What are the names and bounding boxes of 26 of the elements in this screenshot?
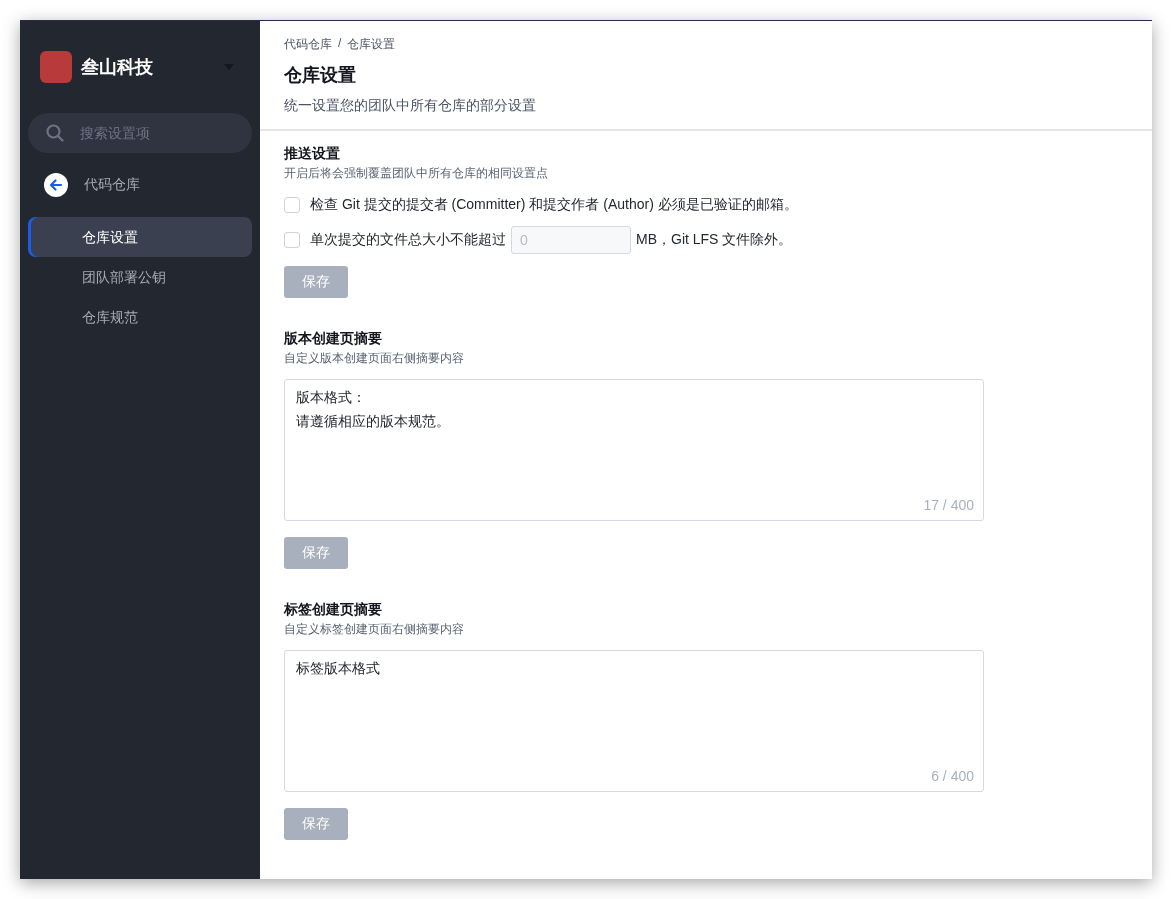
section-title: 推送设置 xyxy=(284,145,340,163)
sidebar-item[interactable]: 仓库规范 xyxy=(28,297,252,337)
breadcrumb-link[interactable]: 代码仓库 xyxy=(284,36,332,53)
option-label: 单次提交的文件总大小不能超过 xyxy=(310,231,506,249)
search-field[interactable]: 搜索设置项 xyxy=(28,113,252,153)
breadcrumb-link[interactable]: 仓库设置 xyxy=(347,36,396,53)
section-title: 标签创建页摘要 xyxy=(284,601,382,619)
logo-photo-placeholder xyxy=(40,51,72,83)
sidebar-item[interactable]: 团队部署公钥 xyxy=(28,257,252,297)
checkbox[interactable] xyxy=(284,197,300,213)
character-counter: 6 / 400 xyxy=(931,768,974,784)
character-counter: 17 / 400 xyxy=(923,497,974,513)
section-description: 自定义版本创建页面右侧摘要内容 xyxy=(284,350,464,367)
section-description: 自定义标签创建页面右侧摘要内容 xyxy=(284,621,464,638)
checkbox[interactable] xyxy=(284,232,300,248)
breadcrumb-separator: / xyxy=(338,36,342,52)
page-title: 仓库设置 xyxy=(284,64,357,87)
section-title: 版本创建页摘要 xyxy=(284,330,382,348)
organization-name: 叁山科技 xyxy=(81,56,154,79)
section-description: 开启后将会强制覆盖团队中所有仓库的相同设置点 xyxy=(284,165,548,182)
size-input-field[interactable]: 0 xyxy=(511,226,631,254)
back-link[interactable]: 代码仓库 xyxy=(44,173,140,197)
sidebar-item[interactable]: 仓库设置 xyxy=(28,217,252,257)
page-subtitle: 统一设置您的团队中所有仓库的部分设置 xyxy=(284,97,537,115)
option-label: 检查 Git 提交的提交者 (Committer) 和提交作者 (Author) 必须是已验证的邮箱。 xyxy=(310,196,798,214)
option-suffix: MB，Git LFS 文件除外。 xyxy=(636,231,793,249)
